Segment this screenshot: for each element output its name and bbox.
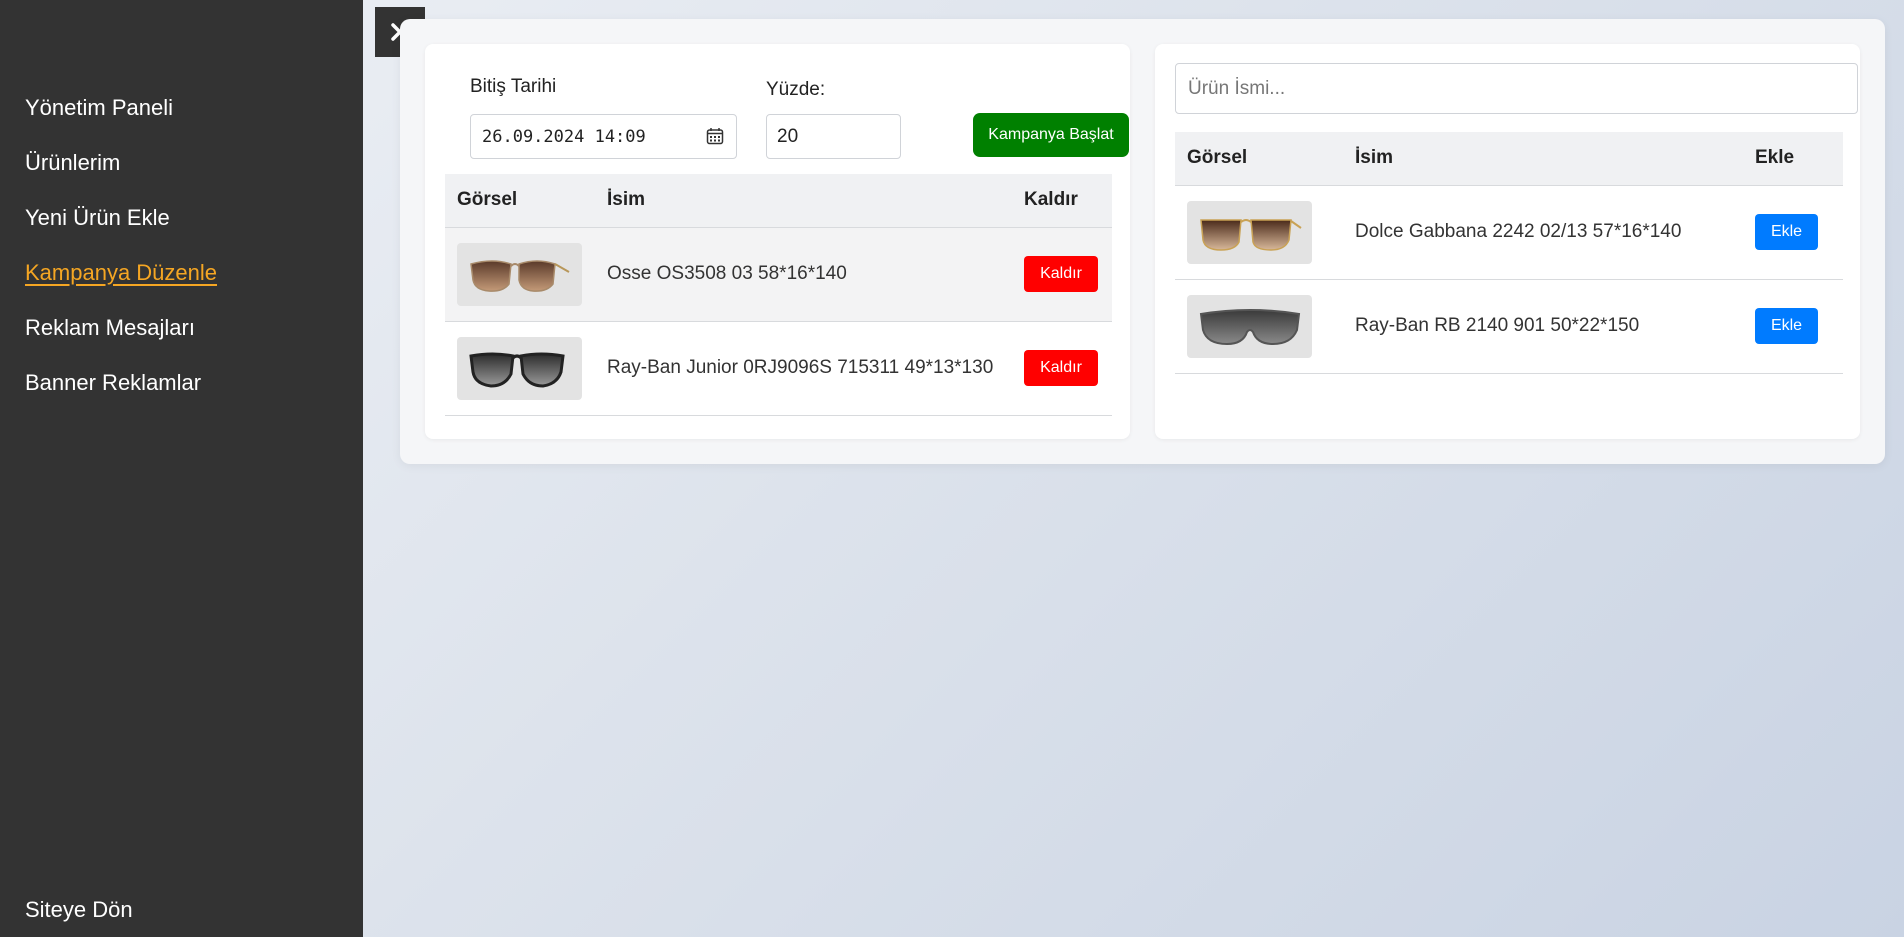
product-name-cell: Ray-Ban Junior 0RJ9096S 715311 49*13*130 (595, 321, 1012, 416)
sunglasses-icon (469, 260, 569, 292)
sunglasses-icon (468, 352, 565, 388)
sidebar-item-banner-ads[interactable]: Banner Reklamlar (25, 355, 217, 410)
product-image (457, 336, 582, 400)
table-row: Dolce Gabbana 2242 02/13 57*16*140 Ekle (1175, 185, 1843, 280)
add-cell: Ekle (1743, 279, 1843, 374)
product-image (1187, 294, 1312, 358)
add-button[interactable]: Ekle (1755, 214, 1818, 250)
product-name-cell: Osse OS3508 03 58*16*140 (595, 227, 1012, 322)
product-name-cell: Dolce Gabbana 2242 02/13 57*16*140 (1343, 185, 1743, 280)
product-search-panel: Ürün İsmi... Görsel İsim Ekle Dolce Gabb… (1155, 44, 1860, 439)
sidebar-item-dashboard[interactable]: Yönetim Paneli (25, 80, 217, 135)
remove-cell: Kaldır (1012, 321, 1112, 416)
image-cell (1175, 185, 1343, 280)
product-image (457, 242, 582, 306)
sunglasses-icon (1199, 219, 1302, 251)
back-to-site-link[interactable]: Siteye Dön (25, 897, 133, 923)
product-name-cell: Ray-Ban RB 2140 901 50*22*150 (1343, 279, 1743, 374)
end-date-value: 26.09.2024 14:09 (482, 126, 646, 147)
calendar-icon[interactable] (706, 127, 724, 145)
product-image (1187, 200, 1312, 264)
campaign-panel: Bitiş Tarihi 26.09.2024 14:09 Yüzde: 20 … (425, 44, 1130, 439)
percent-value: 20 (777, 125, 799, 147)
campaign-form: Bitiş Tarihi 26.09.2024 14:09 Yüzde: 20 … (470, 66, 1129, 159)
product-search-input[interactable]: Ürün İsmi... (1175, 63, 1858, 114)
content-container: Bitiş Tarihi 26.09.2024 14:09 Yüzde: 20 … (400, 19, 1885, 464)
table-row: Ray-Ban Junior 0RJ9096S 715311 49*13*130… (445, 321, 1112, 416)
end-date-input[interactable]: 26.09.2024 14:09 (470, 114, 737, 159)
sidebar: Yönetim Paneli Ürünlerim Yeni Ürün Ekle … (0, 0, 363, 937)
image-cell (1175, 279, 1343, 374)
column-header-add: Ekle (1743, 132, 1843, 186)
sidebar-item-products[interactable]: Ürünlerim (25, 135, 217, 190)
remove-button[interactable]: Kaldır (1024, 350, 1098, 386)
products-table: Görsel İsim Ekle Dolce Gabbana 2242 02/1… (1175, 132, 1843, 374)
campaign-products-table: Görsel İsim Kaldır Osse OS3508 03 58*16*… (445, 174, 1112, 416)
table-header-row: Görsel İsim Kaldır (445, 174, 1112, 228)
end-date-label: Bitiş Tarihi (470, 76, 557, 97)
sunglasses-icon (1199, 309, 1300, 346)
table-row: Osse OS3508 03 58*16*140 Kaldır (445, 227, 1112, 322)
start-campaign-button[interactable]: Kampanya Başlat (973, 113, 1129, 157)
add-button[interactable]: Ekle (1755, 308, 1818, 344)
column-header-name: İsim (1343, 132, 1743, 186)
column-header-image: Görsel (1175, 132, 1343, 186)
percent-input[interactable]: 20 (766, 114, 901, 159)
column-header-name: İsim (595, 174, 1012, 228)
search-placeholder: Ürün İsmi... (1188, 77, 1286, 99)
sidebar-nav: Yönetim Paneli Ürünlerim Yeni Ürün Ekle … (25, 80, 217, 410)
remove-button[interactable]: Kaldır (1024, 256, 1098, 292)
sidebar-item-add-product[interactable]: Yeni Ürün Ekle (25, 190, 217, 245)
table-row: Ray-Ban RB 2140 901 50*22*150 Ekle (1175, 279, 1843, 374)
add-cell: Ekle (1743, 185, 1843, 280)
image-cell (445, 321, 595, 416)
column-header-remove: Kaldır (1012, 174, 1112, 228)
image-cell (445, 227, 595, 322)
remove-cell: Kaldır (1012, 227, 1112, 322)
sidebar-item-ad-messages[interactable]: Reklam Mesajları (25, 300, 217, 355)
percent-label: Yüzde: (766, 79, 826, 100)
sidebar-item-edit-campaign[interactable]: Kampanya Düzenle (25, 245, 217, 300)
table-header-row: Görsel İsim Ekle (1175, 132, 1843, 186)
column-header-image: Görsel (445, 174, 595, 228)
